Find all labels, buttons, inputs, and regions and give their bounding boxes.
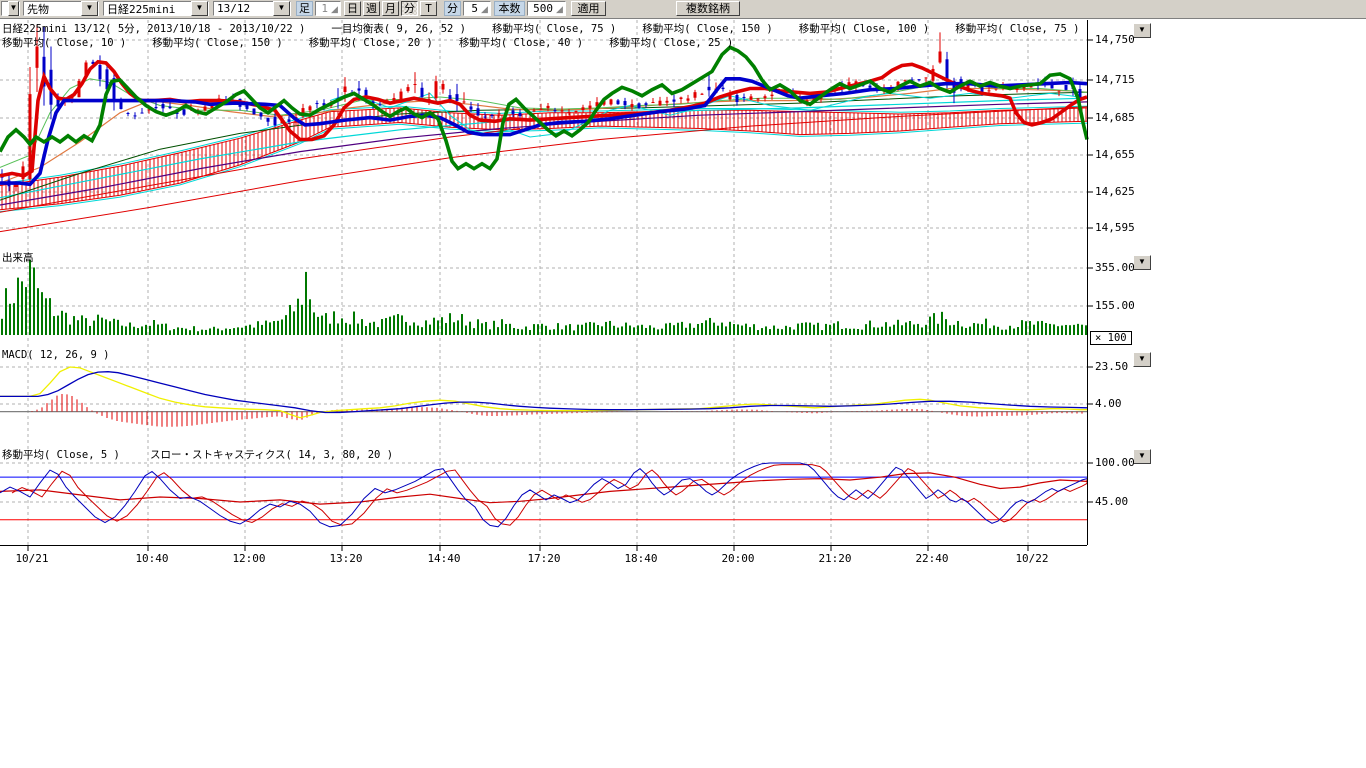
time-axis-label: 10:40 — [135, 552, 168, 565]
price-axis-label: 14,625 — [1095, 185, 1135, 198]
time-axis-label: 18:40 — [624, 552, 657, 565]
indicator-legend-row-1: 日経225mini 13/12( 5分, 2013/10/18 - 2013/1… — [2, 21, 1105, 36]
chevron-down-icon: ▼ — [1138, 25, 1146, 34]
legend-item: 一目均衡表( 9, 26, 52 ) — [331, 21, 466, 36]
time-axis-label: 10/22 — [1015, 552, 1048, 565]
chevron-down-icon: ▼ — [1138, 257, 1146, 266]
volume-panel-label: 出来高 — [2, 250, 34, 265]
stoch-axis-label: 100.00 — [1095, 456, 1135, 469]
volume-multiplier-badge: × 100 — [1090, 331, 1132, 345]
price-axis-label: 14,750 — [1095, 33, 1135, 46]
scale-menu-button-volume[interactable]: ▼ — [1133, 255, 1151, 270]
scale-menu-button-macd[interactable]: ▼ — [1133, 352, 1151, 367]
chevron-down-icon: ▼ — [1138, 354, 1146, 363]
time-axis-label: 20:00 — [721, 552, 754, 565]
macd-axis-label: 4.00 — [1095, 397, 1122, 410]
legend-item: 移動平均( Close, 10 ) — [2, 35, 126, 50]
time-axis-label: 10/21 — [15, 552, 48, 565]
legend-item: 移動平均( Close, 75 ) — [955, 21, 1079, 36]
stoch-axis-label: 45.00 — [1095, 495, 1128, 508]
stoch-ma-panel-label: 移動平均( Close, 5 ) — [2, 447, 120, 462]
legend-item: 移動平均( Close, 20 ) — [309, 35, 433, 50]
price-axis-label: 14,715 — [1095, 73, 1135, 86]
volume-axis-label: 155.00 — [1095, 299, 1135, 312]
app-window: ▼ 先物 ▼ 日経225mini ▼ 13/12 ▼ 足 1 ◢ 日 週 月 分… — [0, 0, 1366, 768]
indicator-legend-row-2: 移動平均( Close, 10 ) 移動平均( Close, 150 ) 移動平均(… — [2, 35, 759, 50]
macd-axis-label: 23.50 — [1095, 360, 1128, 373]
legend-item: 移動平均( Close, 40 ) — [459, 35, 583, 50]
legend-item: 移動平均( Close, 100 ) — [799, 21, 930, 36]
volume-axis-label: 355.00 — [1095, 261, 1135, 274]
legend-item: 移動平均( Close, 25 ) — [609, 35, 733, 50]
time-axis-label: 21:20 — [818, 552, 851, 565]
stochastics-panel-label: スロー・ストキャスティクス( 14, 3, 80, 20 ) — [150, 447, 393, 462]
legend-item: 日経225mini 13/12( 5分, 2013/10/18 - 2013/1… — [2, 21, 305, 36]
legend-item: 移動平均( Close, 150 ) — [152, 35, 283, 50]
chart-canvas[interactable] — [0, 0, 1366, 768]
time-axis-label: 14:40 — [427, 552, 460, 565]
legend-item: 移動平均( Close, 150 ) — [642, 21, 773, 36]
time-axis-label: 12:00 — [232, 552, 265, 565]
price-axis-label: 14,655 — [1095, 148, 1135, 161]
time-axis-label: 17:20 — [527, 552, 560, 565]
price-axis-label: 14,685 — [1095, 111, 1135, 124]
price-axis-label: 14,595 — [1095, 221, 1135, 234]
time-axis-label: 22:40 — [915, 552, 948, 565]
time-axis-label: 13:20 — [329, 552, 362, 565]
chevron-down-icon: ▼ — [1138, 451, 1146, 460]
scale-menu-button-stoch[interactable]: ▼ — [1133, 449, 1151, 464]
scale-menu-button-main[interactable]: ▼ — [1133, 23, 1151, 38]
macd-panel-label: MACD( 12, 26, 9 ) — [2, 349, 109, 361]
legend-item: 移動平均( Close, 75 ) — [492, 21, 616, 36]
